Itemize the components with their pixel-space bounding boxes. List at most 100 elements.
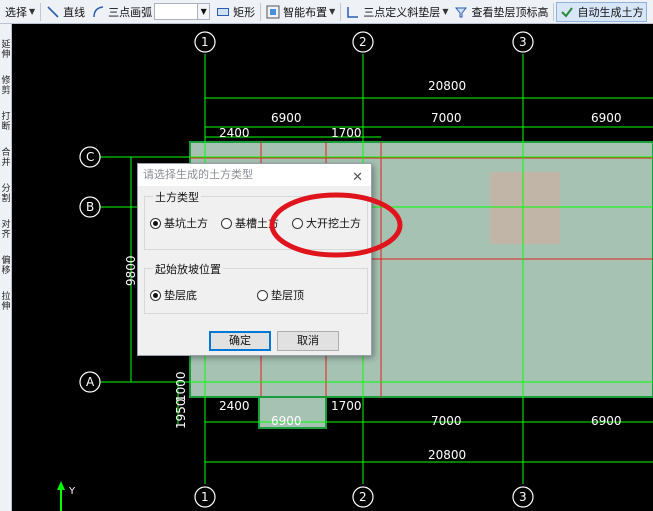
auto-earth-tool[interactable]: 自动生成土方 — [556, 1, 648, 22]
line-icon — [47, 5, 59, 18]
dialog-title-text: 请选择生成的土方类型 — [143, 168, 253, 181]
axis-label-left-c: C — [86, 150, 94, 164]
dim-top-small-1: 2400 — [219, 126, 250, 140]
slope-cushion-tool[interactable]: 三点定义斜垫层 ▼ — [343, 2, 451, 22]
left-toolbar-item[interactable]: 延 — [0, 40, 11, 50]
left-toolbar-item[interactable]: 并 — [0, 158, 11, 168]
ucs-icon — [57, 481, 65, 511]
dim-top-3: 6900 — [591, 111, 622, 125]
radio-cushion-bottom[interactable]: 垫层底 — [150, 287, 197, 303]
dim-top-small-2: 1700 — [331, 126, 362, 140]
rect-tool[interactable]: 矩形 — [213, 2, 258, 22]
line-tool[interactable]: 直线 — [43, 2, 88, 22]
radio-cushion-bottom-dot[interactable] — [150, 289, 161, 301]
earth-type-group: 土方类型 基坑土方 基槽土方 大开挖土方 — [144, 189, 368, 250]
slope-start-group-label: 起始放坡位置 — [153, 261, 223, 277]
axis-label-top-1: 1 — [201, 35, 209, 49]
radio-pit-earth[interactable]: 基坑土方 — [150, 215, 208, 231]
ucs-y-label: Y — [68, 486, 76, 497]
toolbar-divider — [260, 2, 262, 21]
dim-bottom-small-1: 2400 — [219, 399, 250, 413]
line-label: 直线 — [63, 5, 86, 19]
left-toolbar-item[interactable]: 伸 — [0, 302, 11, 312]
left-toolbar-item[interactable]: 剪 — [0, 86, 11, 96]
left-toolbar-item[interactable]: 合 — [0, 148, 11, 158]
view-elevation-icon — [455, 7, 468, 17]
slope-icon — [347, 6, 359, 18]
dim-total-top: 20800 — [428, 79, 466, 93]
arc3-tool[interactable]: 三点画弧 ▼ — [88, 2, 213, 22]
axis-label-bottom-2: 2 — [359, 490, 367, 504]
axis-label-bottom-1: 1 — [201, 490, 209, 504]
axis-label-top-3: 3 — [519, 35, 527, 49]
left-toolbar-item[interactable]: 齐 — [0, 230, 11, 240]
rect-label: 矩形 — [233, 5, 256, 19]
earth-type-group-label: 土方类型 — [153, 189, 201, 205]
radio-open-excavation-label: 大开挖土方 — [306, 217, 361, 230]
left-toolbar-item[interactable]: 割 — [0, 194, 11, 204]
radio-trench-earth-dot[interactable] — [221, 217, 232, 229]
toolbar-divider — [553, 2, 555, 21]
left-toolbar-item[interactable]: 拉 — [0, 292, 11, 302]
radio-cushion-bottom-label: 垫层底 — [164, 289, 197, 302]
close-icon[interactable]: ✕ — [352, 167, 363, 189]
radio-trench-earth-label: 基槽土方 — [235, 217, 279, 230]
left-toolbar-item[interactable]: 修 — [0, 76, 11, 86]
arc-icon — [93, 5, 104, 17]
dim-bottom-small-2: 1700 — [331, 399, 362, 413]
view-cushion-label: 查看垫层顶标高 — [471, 5, 549, 19]
radio-trench-earth[interactable]: 基槽土方 — [221, 215, 279, 231]
select-label: 选择 — [5, 5, 27, 19]
arc-combo-input[interactable] — [154, 3, 199, 20]
axis-label-left-b: B — [86, 200, 94, 214]
auto-generate-icon — [561, 6, 574, 18]
dim-left: 9800 — [124, 255, 138, 286]
axis-label-left-a: A — [86, 375, 95, 389]
axis-label-bottom-3: 3 — [519, 490, 527, 504]
toolbar-divider — [40, 2, 42, 21]
dim-total-bottom: 20800 — [428, 448, 466, 462]
radio-open-excavation-dot[interactable] — [292, 217, 303, 229]
smart-layout-icon — [266, 5, 280, 18]
dim-left-small2: 1950 — [174, 398, 188, 429]
dim-top-1: 6900 — [271, 111, 302, 125]
dim-bottom-1: 6900 — [271, 414, 302, 428]
earthwork-type-dialog: 请选择生成的土方类型 ✕ 土方类型 基坑土方 基槽土方 大开挖土方 起始放坡位置… — [137, 163, 372, 356]
radio-pit-earth-label: 基坑土方 — [164, 217, 208, 230]
dropdown-arrow-icon: ▼ — [329, 7, 336, 16]
left-toolbar-item[interactable]: 移 — [0, 266, 11, 276]
chevron-down-icon[interactable]: ▼ — [198, 3, 211, 20]
radio-cushion-top-dot[interactable] — [257, 289, 268, 301]
view-cushion-tool[interactable]: 查看垫层顶标高 — [451, 2, 551, 22]
cancel-button[interactable]: 取消 — [277, 331, 339, 351]
select-tool[interactable]: 选择 ▼ — [2, 2, 38, 22]
dialog-title: 请选择生成的土方类型 ✕ — [138, 164, 371, 186]
dropdown-arrow-icon: ▼ — [442, 7, 449, 16]
left-toolbar-item[interactable]: 分 — [0, 184, 11, 194]
left-toolbar-item[interactable]: 打 — [0, 112, 11, 122]
dim-top-2: 7000 — [431, 111, 462, 125]
left-toolbar-item[interactable]: 断 — [0, 122, 11, 132]
slope-start-group: 起始放坡位置 垫层底 垫层顶 — [144, 261, 368, 314]
toolbar-divider — [340, 2, 342, 21]
left-toolbar-item[interactable]: 对 — [0, 220, 11, 230]
smart-layout-label: 智能布置 — [283, 5, 328, 19]
ok-button[interactable]: 确定 — [209, 331, 271, 351]
slope-cushion-label: 三点定义斜垫层 — [363, 5, 441, 19]
left-toolbar-items: 延伸修剪打断合并分割对齐偏移拉伸 — [0, 40, 11, 312]
dim-bottom-3: 6900 — [591, 414, 622, 428]
rectangle-icon — [217, 7, 230, 16]
toolbar: 选择 ▼ 直线 三点画弧 ▼ 矩形 智能布置 ▼ 三点定义斜垫层 ▼ 查看垫层顶标高 … — [0, 0, 653, 24]
left-toolbar: 延伸修剪打断合并分割对齐偏移拉伸 — [0, 24, 12, 511]
column-region — [490, 172, 560, 244]
dim-bottom-2: 7000 — [431, 414, 462, 428]
radio-pit-earth-dot[interactable] — [150, 217, 161, 229]
left-toolbar-item[interactable]: 伸 — [0, 50, 11, 60]
axis-label-top-2: 2 — [359, 35, 367, 49]
dropdown-arrow-icon: ▼ — [29, 7, 36, 16]
radio-open-excavation[interactable]: 大开挖土方 — [292, 215, 361, 231]
left-toolbar-item[interactable]: 偏 — [0, 256, 11, 266]
arc3-label: 三点画弧 — [108, 5, 153, 19]
smart-layout-tool[interactable]: 智能布置 ▼ — [263, 2, 338, 22]
radio-cushion-top[interactable]: 垫层顶 — [257, 287, 304, 303]
